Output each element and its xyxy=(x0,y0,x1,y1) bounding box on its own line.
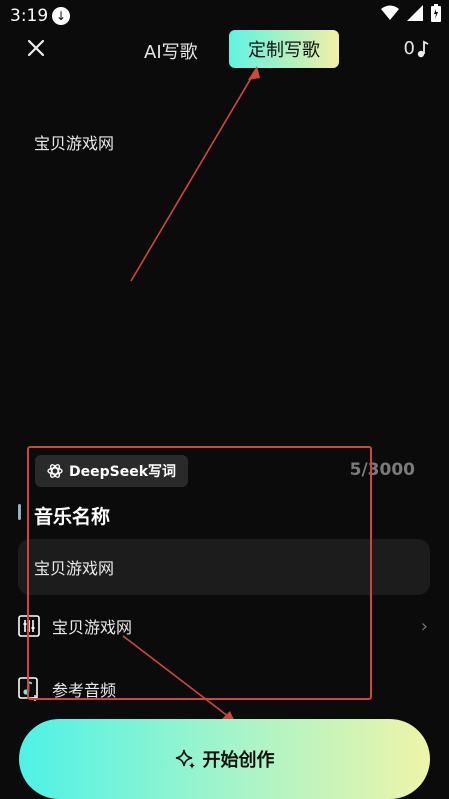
start-creation-button[interactable]: 开始创作 xyxy=(19,719,430,799)
chevron-right-icon: › xyxy=(420,615,428,637)
sparkle-icon xyxy=(175,749,195,769)
section-indicator xyxy=(18,504,21,520)
annotation-highlight-box xyxy=(27,446,372,700)
start-creation-label: 开始创作 xyxy=(202,750,275,771)
